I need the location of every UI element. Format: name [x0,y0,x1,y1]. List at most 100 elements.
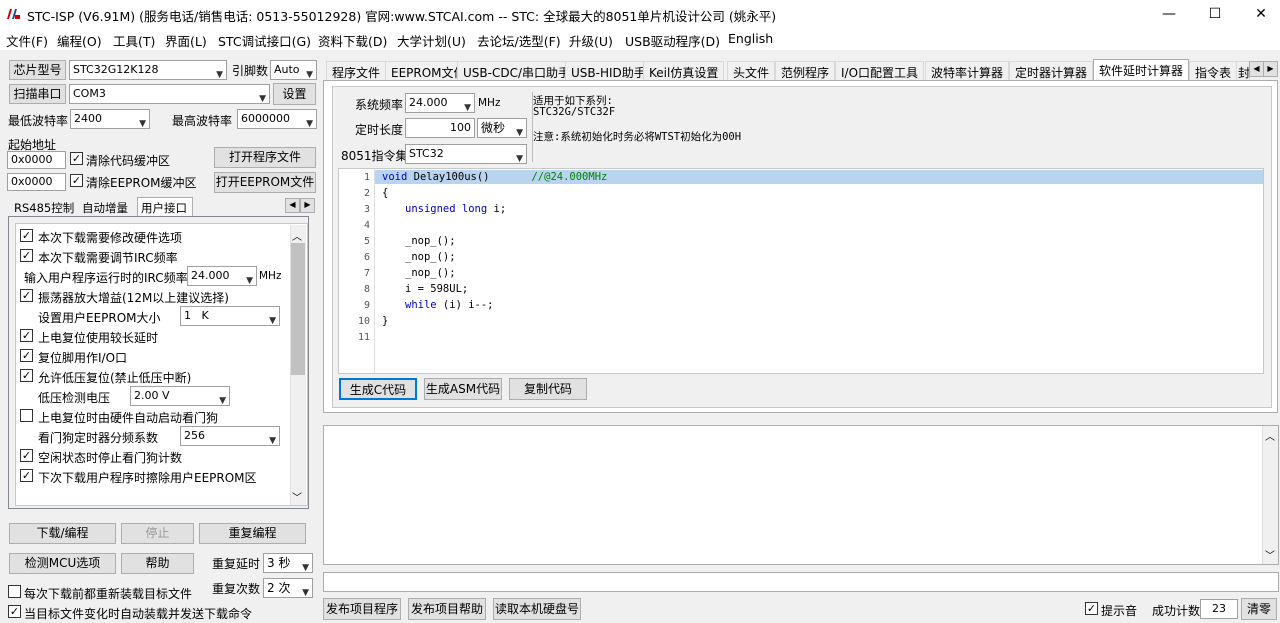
menu-forum[interactable]: 去论坛/选型(F) [477,31,561,50]
option-adjust-irc-label: 本次下载需要调节IRC频率 [38,251,178,265]
subtab-prev-arrow-icon[interactable]: ◀ [285,198,300,213]
help-button[interactable]: 帮助 [121,553,194,574]
chip-model-button[interactable]: 芯片型号 [9,60,66,80]
menu-upgrade[interactable]: 升级(U) [569,31,613,50]
line-number: 7 [363,268,370,279]
tabs-next-arrow-icon[interactable]: ▶ [1263,61,1278,77]
log-scroll-down-icon[interactable]: ﹀ [1265,547,1275,562]
menu-file[interactable]: 文件(F) [6,31,48,50]
option-erase-eeprom-label: 下次下载用户程序时擦除用户EEPROM区 [38,471,257,485]
tab-keil-sim[interactable]: Keil仿真设置 [643,61,725,81]
menu-ui[interactable]: 界面(L) [165,31,207,50]
maximize-button[interactable]: ☐ [1192,0,1238,28]
delay-length-input[interactable]: 100 [405,118,475,138]
options-scroll-thumb[interactable] [291,243,305,375]
clear-eeprom-checkbox[interactable]: ✓ [70,174,83,187]
clear-code-checkbox[interactable]: ✓ [70,152,83,165]
tab-timer-calc[interactable]: 定时器计算器 [1009,61,1094,81]
port-settings-button[interactable]: 设置 [273,83,316,105]
code-editor[interactable] [338,168,1264,374]
scroll-down-icon[interactable]: ﹀ [292,489,302,504]
generate-asm-code-button[interactable]: 生成ASM代码 [424,378,502,400]
pin-count-label: 引脚数 [232,64,269,78]
option-low-voltage-reset-checkbox[interactable]: ✓ [20,369,33,382]
open-eeprom-file-button[interactable]: 打开EEPROM文件 [214,172,316,193]
code-address-input[interactable]: 0x0000 [7,151,66,169]
eeprom-size-select[interactable]: 1 K ▼ [180,306,280,326]
output-log[interactable] [323,425,1279,565]
tab-delay-calc[interactable]: 软件延时计算器 [1093,59,1190,81]
scan-port-button[interactable]: 扫描串口 [9,84,66,104]
publish-help-button[interactable]: 发布项目帮助 [408,598,486,620]
log-scrollbar[interactable] [1262,426,1278,564]
min-baud-select[interactable]: 2400 ▼ [70,109,150,129]
subtab-user-interface[interactable]: 用户接口 [141,200,187,216]
tab-instruction-table[interactable]: 指令表 [1189,61,1238,81]
menu-english[interactable]: English [728,31,773,46]
pin-count-select[interactable]: Auto ▼ [270,60,317,80]
check-mcu-button[interactable]: 检测MCU选项 [9,553,116,574]
option-reset-pin-io-checkbox[interactable]: ✓ [20,349,33,362]
menu-download[interactable]: 资料下载(D) [318,31,387,50]
code-line-2: { [382,187,389,199]
publish-project-button[interactable]: 发布项目程序 [323,598,401,620]
auto-send-on-change-checkbox[interactable]: ✓ [8,605,21,618]
instruction-set-select[interactable]: STC32 ▼ [405,144,527,164]
option-adjust-irc-checkbox[interactable]: ✓ [20,249,33,262]
line-number: 5 [363,236,370,247]
low-voltage-detect-select[interactable]: 2.00 V ▼ [130,386,230,406]
menu-university[interactable]: 大学计划(U) [397,31,466,50]
irc-frequency-select[interactable]: 24.000 ▼ [187,266,257,286]
tab-program-file[interactable]: 程序文件 [326,61,387,81]
chip-model-select[interactable]: STC32G12K128 ▼ [69,60,227,80]
repeat-count-select[interactable]: 2 次 ▼ [263,578,313,598]
delay-length-label: 定时长度 [355,123,404,137]
stop-button[interactable]: 停止 [121,523,194,544]
repeat-delay-select[interactable]: 3 秒 ▼ [263,553,313,573]
clear-count-button[interactable]: 清零 [1241,598,1277,620]
port-select[interactable]: COM3 ▼ [69,84,270,104]
option-modify-hardware-label: 本次下载需要修改硬件选项 [38,231,183,245]
tab-usb-hid[interactable]: USB-HID助手 [565,61,652,81]
tab-overflow[interactable]: 封 [1236,61,1250,81]
download-program-button[interactable]: 下载/编程 [9,523,116,544]
menu-program[interactable]: 编程(O) [57,31,102,50]
menu-debug[interactable]: STC调试接口(G) [218,31,311,50]
option-oscillator-gain-checkbox[interactable]: ✓ [20,289,33,302]
code-text: Delay100us() [407,171,490,183]
subtab-auto-increment[interactable]: 自动增量 [82,200,128,216]
generate-c-code-button[interactable]: 生成C代码 [339,378,417,400]
scroll-up-icon[interactable]: ︿ [292,228,302,243]
tab-baud-calc[interactable]: 波特率计算器 [925,61,1010,81]
max-baud-select[interactable]: 6000000 ▼ [237,109,317,129]
reload-before-download-checkbox[interactable] [8,585,21,598]
subtab-next-arrow-icon[interactable]: ▶ [300,198,315,213]
option-erase-eeprom-checkbox[interactable]: ✓ [20,469,33,482]
tab-usb-cdc[interactable]: USB-CDC/串口助手 [457,61,577,81]
option-modify-hardware-checkbox[interactable]: ✓ [20,229,33,242]
repeat-program-button[interactable]: 重复编程 [199,523,306,544]
code-line-8: i = 598UL; [405,283,469,295]
delay-unit-select[interactable]: 微秒 ▼ [477,118,527,138]
menu-usb-driver[interactable]: USB驱动程序(D) [625,31,720,50]
subtab-rs485[interactable]: RS485控制 [14,200,74,216]
option-auto-watchdog-checkbox[interactable] [20,409,33,422]
eeprom-address-input[interactable]: 0x0000 [7,173,66,191]
close-button[interactable]: ✕ [1238,0,1280,28]
tab-examples[interactable]: 范例程序 [775,61,836,81]
option-long-reset-delay-checkbox[interactable]: ✓ [20,329,33,342]
option-idle-stop-watchdog-checkbox[interactable]: ✓ [20,449,33,462]
tabs-prev-arrow-icon[interactable]: ◀ [1249,61,1264,77]
tab-io-config[interactable]: I/O口配置工具 [835,61,925,81]
menu-tools[interactable]: 工具(T) [113,31,155,50]
log-scroll-up-icon[interactable]: ︿ [1265,428,1275,443]
system-frequency-select[interactable]: 24.000 ▼ [405,93,475,113]
watchdog-prescaler-select[interactable]: 256 ▼ [180,426,280,446]
minimize-button[interactable]: — [1146,0,1192,28]
read-disk-id-button[interactable]: 读取本机硬盘号 [493,598,581,620]
sound-prompt-checkbox[interactable]: ✓ [1085,602,1098,615]
open-program-file-button[interactable]: 打开程序文件 [214,147,316,168]
tab-header-file[interactable]: 头文件 [727,61,776,81]
copy-code-button[interactable]: 复制代码 [509,378,587,400]
code-line-7: _nop_(); [405,267,456,279]
